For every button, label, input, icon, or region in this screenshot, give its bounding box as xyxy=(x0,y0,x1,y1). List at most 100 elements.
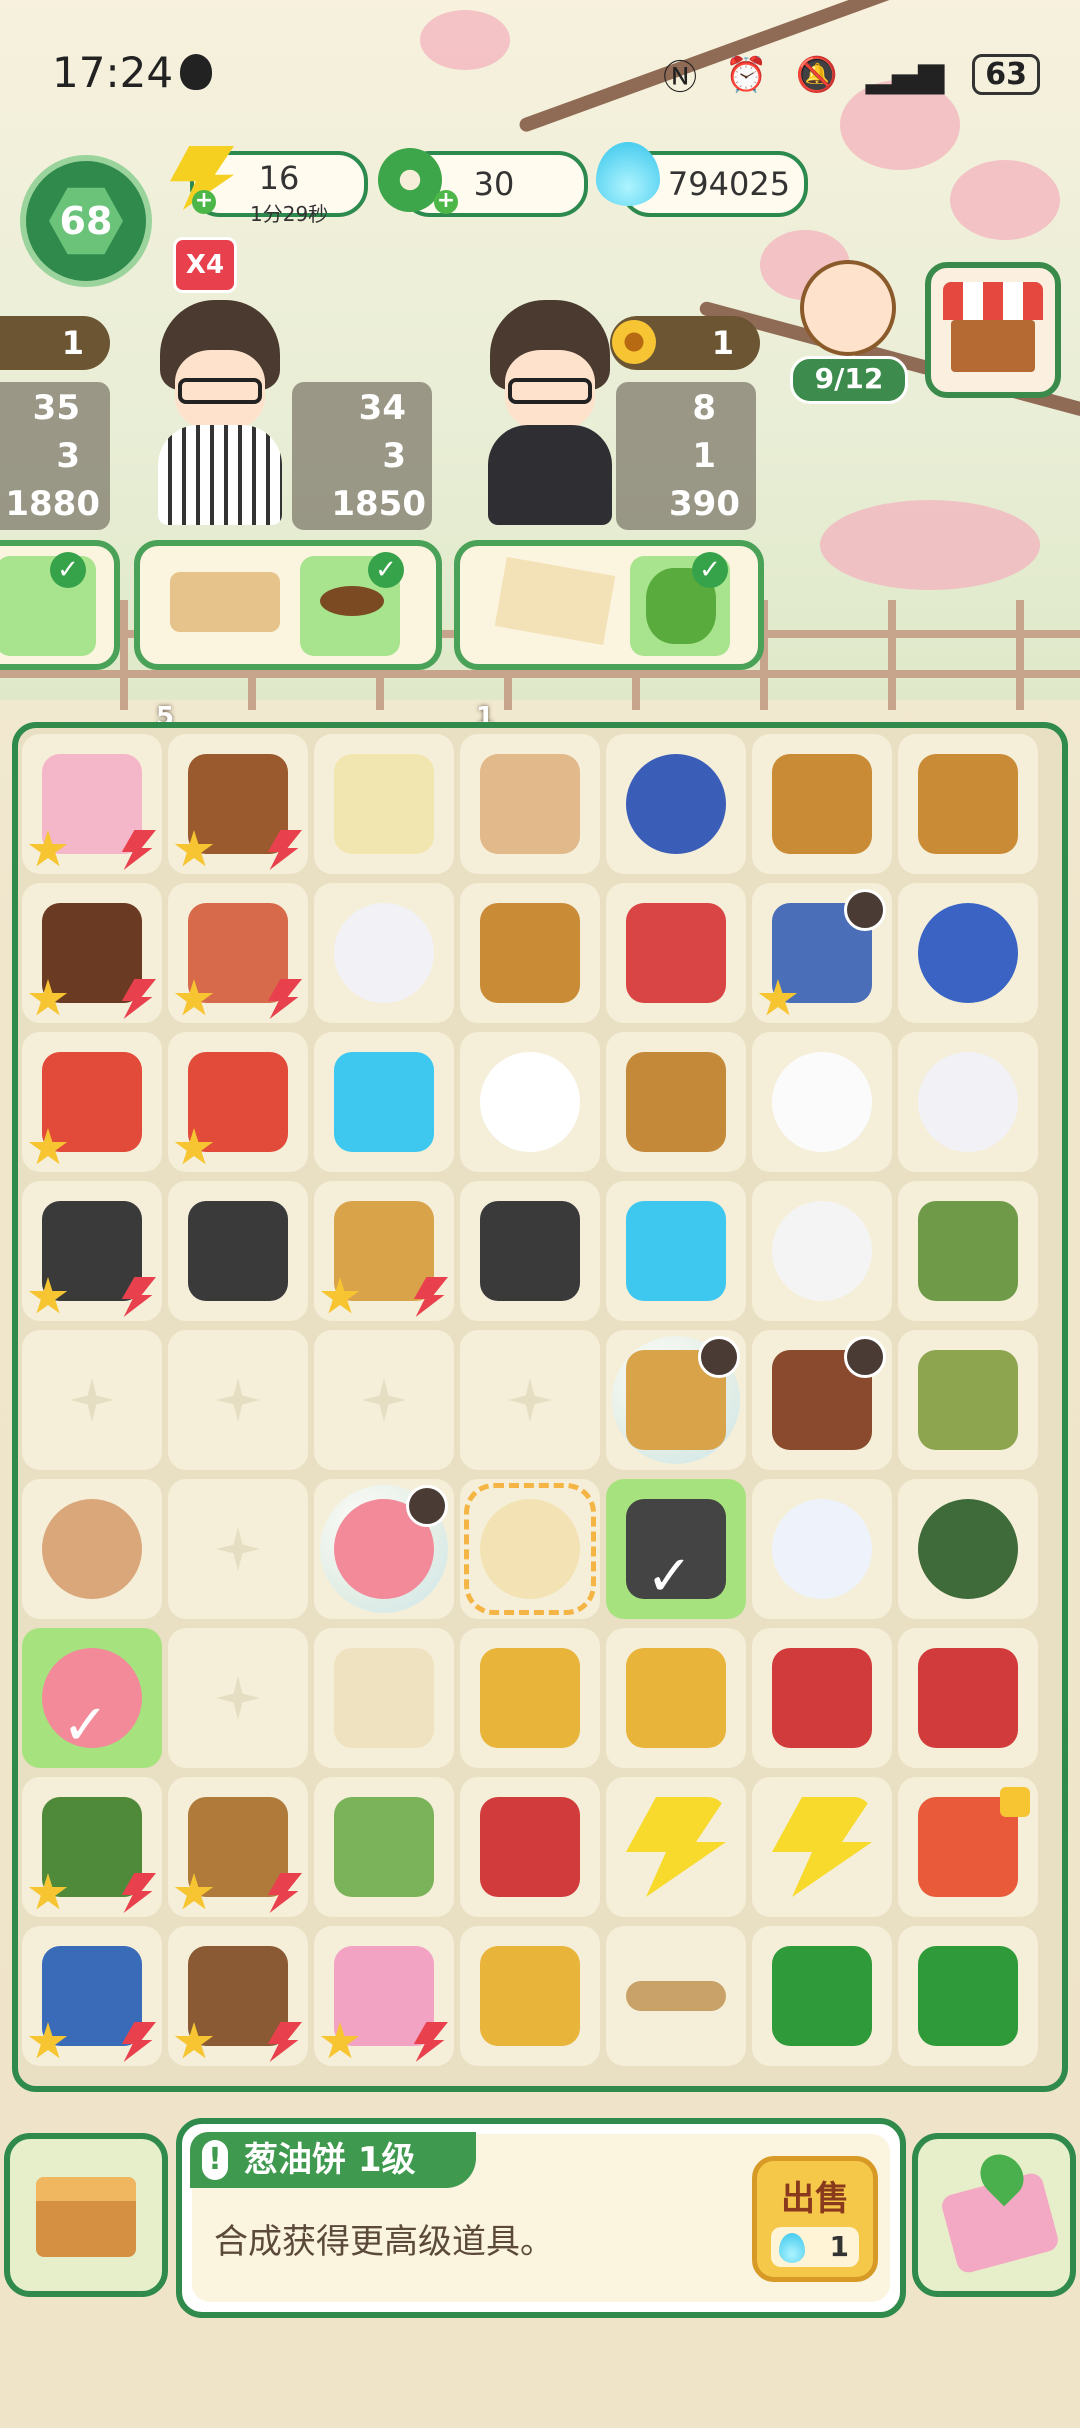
red-wine-jar-icon xyxy=(626,903,726,1003)
board-cell[interactable]: ✓ xyxy=(606,1479,746,1619)
steamer-baskets-icon xyxy=(334,1201,434,1301)
board-cell[interactable] xyxy=(314,1330,454,1470)
board-cell[interactable] xyxy=(898,1628,1038,1768)
board-cell[interactable] xyxy=(168,1628,308,1768)
board-cell[interactable] xyxy=(460,1330,600,1470)
nfc-icon: Ⓝ xyxy=(663,58,698,98)
sell-button[interactable]: 出售 1 xyxy=(752,2156,878,2282)
board-cell[interactable] xyxy=(314,1479,454,1619)
map-button[interactable] xyxy=(912,2133,1076,2297)
empty-slot-icon xyxy=(216,1378,260,1422)
board-cell[interactable] xyxy=(752,1777,892,1917)
board-cell[interactable] xyxy=(898,1926,1038,2066)
board-cell[interactable] xyxy=(314,1181,454,1321)
board-cell[interactable] xyxy=(460,1628,600,1768)
customer-avatar[interactable] xyxy=(150,300,290,530)
board-cell[interactable] xyxy=(22,883,162,1023)
board-cell[interactable] xyxy=(314,734,454,874)
blue-flames-icon xyxy=(334,1052,434,1152)
board-cell[interactable] xyxy=(168,1926,308,2066)
board-cell[interactable] xyxy=(168,883,308,1023)
board-cell[interactable] xyxy=(606,1181,746,1321)
board-cell[interactable] xyxy=(606,883,746,1023)
helper-avatar[interactable] xyxy=(800,260,896,356)
board-cell[interactable] xyxy=(898,734,1038,874)
wine-jar-icon xyxy=(918,1052,1018,1152)
board-cell[interactable] xyxy=(168,1330,308,1470)
board-cell[interactable] xyxy=(168,734,308,874)
add-energy-icon[interactable]: + xyxy=(192,190,216,214)
board-cell[interactable] xyxy=(606,734,746,874)
board-cell[interactable]: ✓ xyxy=(22,1628,162,1768)
flame-value: 794025 xyxy=(667,165,791,203)
board-cell[interactable] xyxy=(898,1479,1038,1619)
customer-order[interactable]: ✓ xyxy=(454,540,764,670)
board-cell[interactable] xyxy=(752,1181,892,1321)
pink-cart-icon xyxy=(334,1946,434,2046)
board-cell[interactable] xyxy=(606,1330,746,1470)
empty-slot-icon xyxy=(216,1527,260,1571)
player-level[interactable]: 68 xyxy=(20,155,152,287)
board-cell[interactable] xyxy=(898,883,1038,1023)
board-cell[interactable] xyxy=(898,1181,1038,1321)
board-cell[interactable] xyxy=(460,1181,600,1321)
board-cell[interactable] xyxy=(22,734,162,874)
board-cell[interactable] xyxy=(606,1032,746,1172)
board-cell[interactable] xyxy=(314,1032,454,1172)
porcelain-vase-icon xyxy=(918,903,1018,1003)
board-cell[interactable] xyxy=(460,1926,600,2066)
roast-ham-icon xyxy=(188,903,288,1003)
add-jade-icon[interactable]: + xyxy=(434,190,458,214)
board-cell[interactable] xyxy=(22,1032,162,1172)
storage-box-button[interactable] xyxy=(4,2133,168,2297)
board-cell[interactable] xyxy=(460,1479,600,1619)
board-cell[interactable] xyxy=(898,1777,1038,1917)
customer-avatar[interactable] xyxy=(480,300,620,530)
board-cell[interactable] xyxy=(22,1926,162,2066)
board-cell[interactable] xyxy=(752,734,892,874)
item-name-tag: ! 葱油饼 1级 xyxy=(190,2132,476,2188)
board-cell[interactable] xyxy=(898,1032,1038,1172)
board-cell[interactable] xyxy=(606,1628,746,1768)
board-cell[interactable] xyxy=(460,1032,600,1172)
jade-disc-icon xyxy=(918,1499,1018,1599)
board-cell[interactable] xyxy=(752,1926,892,2066)
board-cell[interactable] xyxy=(314,1777,454,1917)
board-cell[interactable] xyxy=(752,1628,892,1768)
board-cell[interactable] xyxy=(752,1479,892,1619)
board-cell[interactable] xyxy=(22,1181,162,1321)
board-cell[interactable] xyxy=(460,883,600,1023)
customer-stat-value: 390 xyxy=(669,484,740,524)
board-cell[interactable] xyxy=(168,1479,308,1619)
blossom xyxy=(950,160,1060,240)
board-cell[interactable] xyxy=(898,1330,1038,1470)
shop-button[interactable] xyxy=(925,262,1061,398)
board-cell[interactable] xyxy=(606,1926,746,2066)
board-cell[interactable] xyxy=(314,1628,454,1768)
scroll-roll-icon xyxy=(480,754,580,854)
customer-stat-value: 1850 xyxy=(331,484,426,524)
board-cell[interactable] xyxy=(752,1032,892,1172)
board-cell[interactable] xyxy=(314,883,454,1023)
small-vase-icon xyxy=(772,1201,872,1301)
jade-tablet-icon xyxy=(918,1350,1018,1450)
customer-order[interactable]: ✓ xyxy=(0,540,120,670)
red-gift-bag-icon xyxy=(188,1052,288,1152)
board-cell[interactable] xyxy=(22,1777,162,1917)
board-cell[interactable] xyxy=(168,1777,308,1917)
panda-dumplings-icon xyxy=(334,1797,434,1897)
board-cell[interactable] xyxy=(606,1777,746,1917)
board-cell[interactable] xyxy=(460,734,600,874)
boost-multiplier-button[interactable]: X4 xyxy=(173,237,237,293)
board-cell[interactable] xyxy=(752,1330,892,1470)
board-cell[interactable] xyxy=(314,1926,454,2066)
board-cell[interactable] xyxy=(168,1032,308,1172)
status-icons: Ⓝ ⏰ 🔕 ▂▄▆ 63 xyxy=(663,50,1040,99)
board-cell[interactable] xyxy=(22,1330,162,1470)
board-cell[interactable] xyxy=(22,1479,162,1619)
board-cell[interactable] xyxy=(168,1181,308,1321)
board-cell[interactable] xyxy=(752,883,892,1023)
customer-order[interactable]: ✓ xyxy=(134,540,442,670)
yellow-energy-icon xyxy=(772,1797,872,1897)
board-cell[interactable] xyxy=(460,1777,600,1917)
